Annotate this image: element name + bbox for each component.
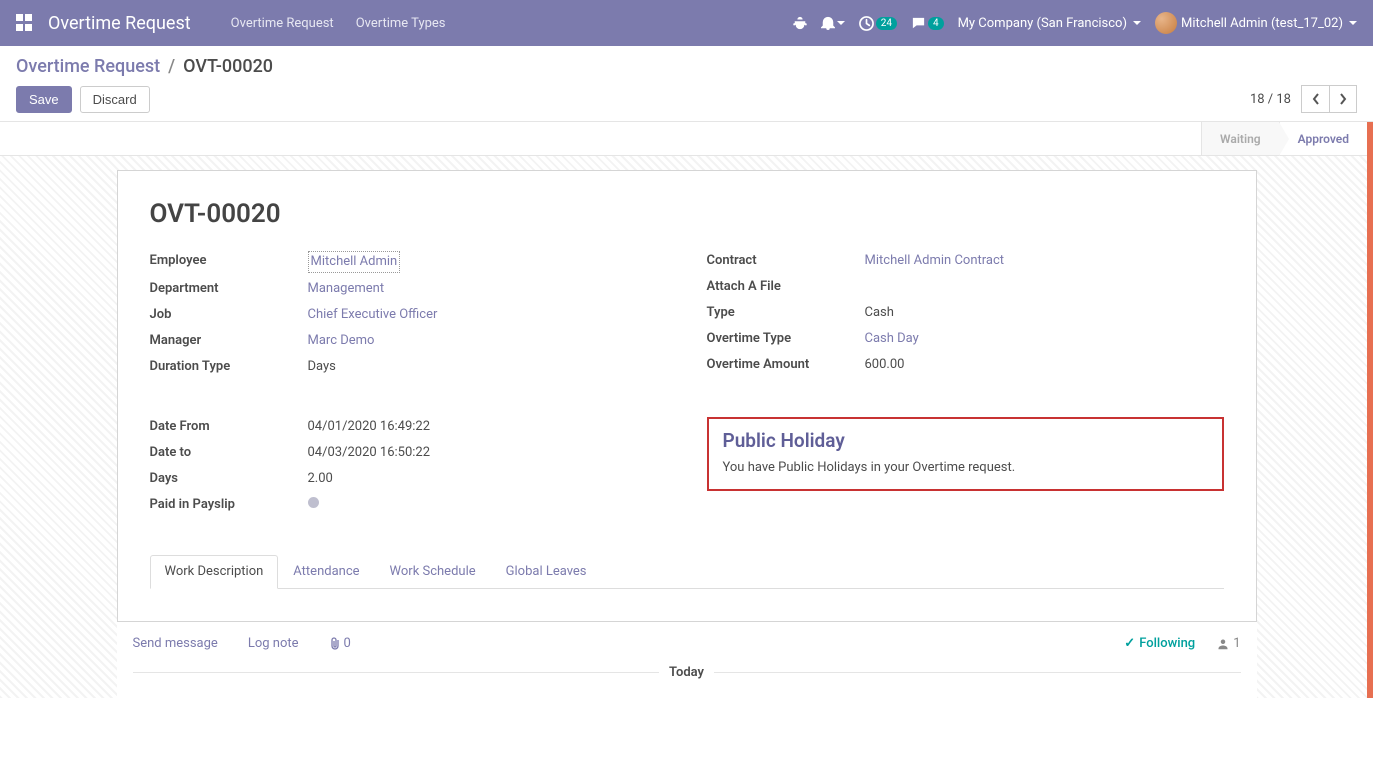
nav-overtime-request[interactable]: Overtime Request	[231, 16, 334, 31]
contract-label: Contract	[707, 251, 865, 271]
chevron-down-icon	[837, 21, 845, 25]
activities-icon[interactable]: 24	[859, 16, 897, 31]
breadcrumb-separator: /	[168, 56, 175, 77]
attach-file-label: Attach A File	[707, 277, 865, 297]
department-label: Department	[150, 279, 308, 299]
job-label: Job	[150, 305, 308, 325]
discuss-icon[interactable]: 4	[911, 16, 944, 31]
company-name: My Company (San Francisco)	[958, 16, 1127, 31]
employee-field[interactable]: Mitchell Admin	[308, 251, 401, 273]
check-icon	[1124, 636, 1135, 651]
radio-indicator-icon	[308, 497, 319, 508]
manager-field[interactable]: Marc Demo	[308, 331, 375, 351]
breadcrumb-current: OVT-00020	[183, 56, 273, 77]
chatter-date-divider: Today	[117, 665, 1257, 698]
navbar: Overtime Request Overtime Request Overti…	[0, 0, 1373, 46]
save-button[interactable]: Save	[16, 86, 72, 113]
tab-global-leaves[interactable]: Global Leaves	[491, 555, 602, 588]
tab-work-description[interactable]: Work Description	[150, 555, 279, 589]
company-switcher[interactable]: My Company (San Francisco)	[958, 16, 1141, 31]
log-note-button[interactable]: Log note	[248, 636, 299, 651]
attachments-count: 0	[344, 636, 351, 651]
user-menu[interactable]: Mitchell Admin (test_17_02)	[1155, 12, 1357, 34]
status-bar: Waiting Approved	[0, 122, 1367, 156]
paid-in-payslip-field[interactable]	[308, 495, 319, 515]
employee-label: Employee	[150, 251, 308, 273]
chevron-down-icon	[1349, 21, 1357, 25]
department-field[interactable]: Management	[308, 279, 385, 299]
days-label: Days	[150, 469, 308, 489]
control-panel: Overtime Request / OVT-00020 Save Discar…	[0, 46, 1373, 121]
followers-count: 1	[1233, 636, 1240, 651]
overtime-amount-label: Overtime Amount	[707, 355, 865, 375]
attachments-button[interactable]: 0	[329, 636, 351, 651]
type-label: Type	[707, 303, 865, 323]
apps-menu-icon[interactable]	[16, 14, 34, 32]
pager: 18 / 18	[1250, 85, 1357, 113]
send-message-button[interactable]: Send message	[133, 636, 218, 651]
nav-overtime-types[interactable]: Overtime Types	[356, 16, 446, 31]
date-to-field[interactable]: 04/03/2020 16:50:22	[308, 443, 431, 463]
pager-next-button[interactable]	[1329, 85, 1357, 113]
user-name: Mitchell Admin (test_17_02)	[1181, 16, 1343, 31]
overtime-amount-field[interactable]: 600.00	[865, 355, 905, 375]
manager-label: Manager	[150, 331, 308, 351]
tab-attendance[interactable]: Attendance	[278, 555, 374, 588]
following-button[interactable]: Following	[1124, 636, 1195, 651]
date-to-label: Date to	[150, 443, 308, 463]
chatter: Send message Log note 0 Following 1 Toda…	[117, 622, 1257, 698]
paid-in-payslip-label: Paid in Payslip	[150, 495, 308, 515]
notifications-icon[interactable]	[821, 16, 845, 30]
overtime-type-label: Overtime Type	[707, 329, 865, 349]
divider-label: Today	[669, 665, 704, 680]
alert-title: Public Holiday	[723, 429, 1208, 452]
notebook-tabs: Work Description Attendance Work Schedul…	[150, 555, 1224, 589]
debug-icon[interactable]	[793, 16, 807, 30]
paperclip-icon	[329, 637, 341, 651]
discuss-badge: 4	[928, 17, 944, 30]
pager-prev-button[interactable]	[1301, 85, 1329, 113]
status-waiting[interactable]: Waiting	[1201, 122, 1279, 155]
contract-field[interactable]: Mitchell Admin Contract	[865, 251, 1005, 271]
breadcrumb: Overtime Request / OVT-00020	[16, 56, 1357, 77]
form-sheet: OVT-00020 Employee Mitchell Admin Depart…	[117, 170, 1257, 622]
days-field[interactable]: 2.00	[308, 469, 333, 489]
alert-body: You have Public Holidays in your Overtim…	[723, 460, 1208, 475]
tab-work-schedule[interactable]: Work Schedule	[375, 555, 491, 588]
activities-badge: 24	[876, 17, 897, 30]
avatar	[1155, 12, 1177, 34]
breadcrumb-root[interactable]: Overtime Request	[16, 56, 160, 77]
module-brand[interactable]: Overtime Request	[48, 13, 191, 34]
record-title: OVT-00020	[150, 199, 1224, 229]
discard-button[interactable]: Discard	[80, 86, 150, 113]
overtime-type-field[interactable]: Cash Day	[865, 329, 919, 349]
followers-button[interactable]: 1	[1217, 636, 1240, 651]
date-from-label: Date From	[150, 417, 308, 437]
user-icon	[1217, 638, 1229, 650]
public-holiday-alert: Public Holiday You have Public Holidays …	[707, 417, 1224, 491]
duration-type-label: Duration Type	[150, 357, 308, 377]
chevron-down-icon	[1133, 21, 1141, 25]
type-field[interactable]: Cash	[865, 303, 894, 323]
edit-indicator-bar	[1367, 122, 1373, 698]
chevron-right-icon	[1339, 93, 1347, 105]
status-approved[interactable]: Approved	[1279, 122, 1367, 155]
duration-type-field[interactable]: Days	[308, 357, 336, 377]
form-view: Waiting Approved OVT-00020 Employee Mitc…	[0, 121, 1373, 698]
pager-text[interactable]: 18 / 18	[1250, 92, 1291, 107]
date-from-field[interactable]: 04/01/2020 16:49:22	[308, 417, 431, 437]
job-field[interactable]: Chief Executive Officer	[308, 305, 438, 325]
chevron-left-icon	[1312, 93, 1320, 105]
